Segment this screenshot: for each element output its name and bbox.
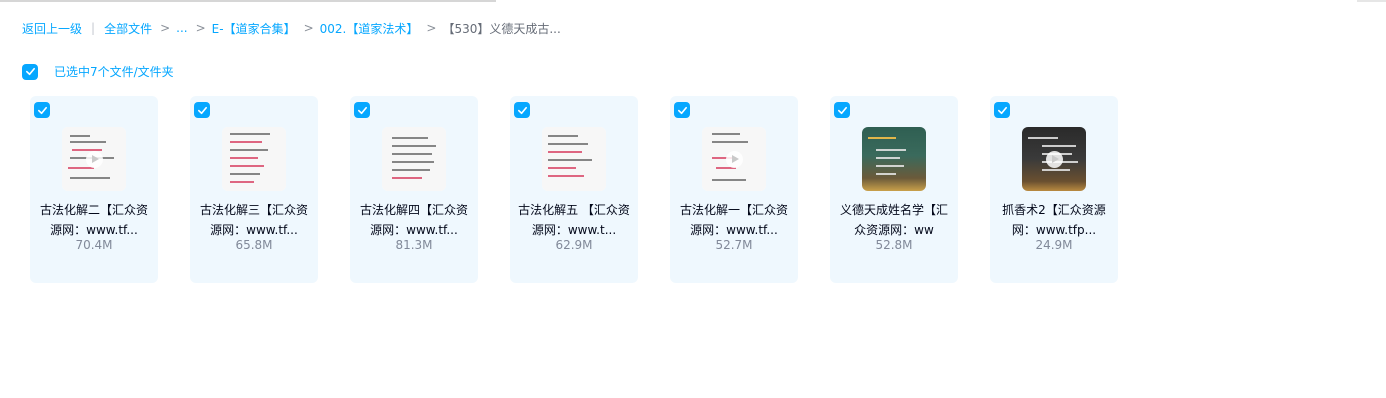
file-card[interactable]: 古法化解四【汇众资源网：www.tf... 81.3M bbox=[350, 96, 478, 283]
check-icon bbox=[517, 106, 527, 114]
selection-bar: 已选中7个文件/文件夹 bbox=[22, 63, 174, 80]
file-checkbox[interactable] bbox=[194, 102, 210, 118]
check-icon bbox=[677, 106, 687, 114]
breadcrumb-divider: | bbox=[91, 21, 96, 35]
image-thumbnail bbox=[382, 127, 446, 191]
file-card[interactable]: 古法化解二【汇众资源网：www.tf... 70.4M bbox=[30, 96, 158, 283]
check-icon bbox=[25, 67, 35, 76]
breadcrumb-folder-daojia-fashu[interactable]: 002.【道家法术】 bbox=[320, 20, 419, 37]
file-card[interactable]: 义德天成姓名学【汇众资源网：ww 52.8M bbox=[830, 96, 958, 283]
video-thumbnail bbox=[62, 127, 126, 191]
breadcrumb-ellipsis[interactable]: ... bbox=[176, 21, 187, 35]
file-card[interactable]: 古法化解五 【汇众资源网：www.t... 62.9M bbox=[510, 96, 638, 283]
breadcrumb-all-files[interactable]: 全部文件 bbox=[104, 20, 152, 37]
image-thumbnail bbox=[542, 127, 606, 191]
file-checkbox[interactable] bbox=[674, 102, 690, 118]
check-icon bbox=[997, 106, 1007, 114]
breadcrumb: 返回上一级 | 全部文件 > ... > E-【道家合集】 > 002.【道家法… bbox=[22, 19, 561, 37]
file-name[interactable]: 义德天成姓名学【汇众资源网：ww bbox=[838, 200, 950, 240]
breadcrumb-folder-daojia-heji[interactable]: E-【道家合集】 bbox=[212, 20, 296, 37]
check-icon bbox=[197, 106, 207, 114]
file-checkbox[interactable] bbox=[514, 102, 530, 118]
file-size: 81.3M bbox=[395, 238, 433, 252]
file-name[interactable]: 古法化解五 【汇众资源网：www.t... bbox=[518, 200, 630, 240]
file-size: 52.7M bbox=[715, 238, 753, 252]
play-icon bbox=[726, 151, 743, 168]
file-card[interactable]: 古法化解三【汇众资源网：www.tf... 65.8M bbox=[190, 96, 318, 283]
check-icon bbox=[37, 106, 47, 114]
file-name[interactable]: 抓香术2【汇众资源网：www.tfp... bbox=[998, 200, 1110, 240]
image-thumbnail bbox=[862, 127, 926, 191]
breadcrumb-current: 【530】义德天成古... bbox=[442, 21, 561, 36]
play-icon bbox=[86, 151, 103, 168]
file-checkbox[interactable] bbox=[354, 102, 370, 118]
file-name[interactable]: 古法化解二【汇众资源网：www.tf... bbox=[38, 200, 150, 240]
file-name[interactable]: 古法化解四【汇众资源网：www.tf... bbox=[358, 200, 470, 240]
check-icon bbox=[837, 106, 847, 114]
file-size: 62.9M bbox=[555, 238, 593, 252]
check-icon bbox=[357, 106, 367, 114]
file-checkbox[interactable] bbox=[34, 102, 50, 118]
file-name[interactable]: 古法化解三【汇众资源网：www.tf... bbox=[198, 200, 310, 240]
back-link[interactable]: 返回上一级 bbox=[22, 20, 82, 37]
select-all-checkbox[interactable] bbox=[22, 63, 38, 80]
file-checkbox[interactable] bbox=[834, 102, 850, 118]
file-name[interactable]: 古法化解一【汇众资源网：www.tf... bbox=[678, 200, 790, 240]
top-right-indicator bbox=[1357, 0, 1386, 2]
video-thumbnail bbox=[702, 127, 766, 191]
file-card[interactable]: 古法化解一【汇众资源网：www.tf... 52.7M bbox=[670, 96, 798, 283]
chevron-right-icon: > bbox=[195, 21, 206, 35]
file-size: 70.4M bbox=[75, 238, 113, 252]
play-icon bbox=[1046, 151, 1063, 168]
file-size: 52.8M bbox=[875, 238, 913, 252]
file-size: 24.9M bbox=[1035, 238, 1073, 252]
chevron-right-icon: > bbox=[160, 21, 171, 35]
image-thumbnail bbox=[222, 127, 286, 191]
video-thumbnail bbox=[1022, 127, 1086, 191]
chevron-right-icon: > bbox=[303, 21, 314, 35]
top-scroll-indicator bbox=[0, 0, 496, 2]
file-card[interactable]: 抓香术2【汇众资源网：www.tfp... 24.9M bbox=[990, 96, 1118, 283]
selection-count-label: 已选中7个文件/文件夹 bbox=[54, 65, 174, 79]
chevron-right-icon: > bbox=[426, 21, 437, 35]
file-size: 65.8M bbox=[235, 238, 273, 252]
file-checkbox[interactable] bbox=[994, 102, 1010, 118]
